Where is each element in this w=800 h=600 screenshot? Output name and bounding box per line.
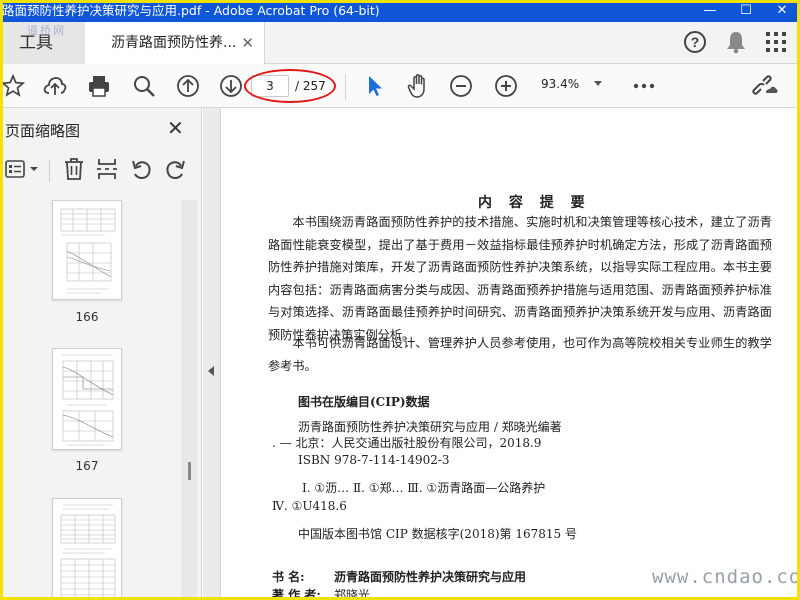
screenshot-frame bbox=[0, 0, 800, 600]
